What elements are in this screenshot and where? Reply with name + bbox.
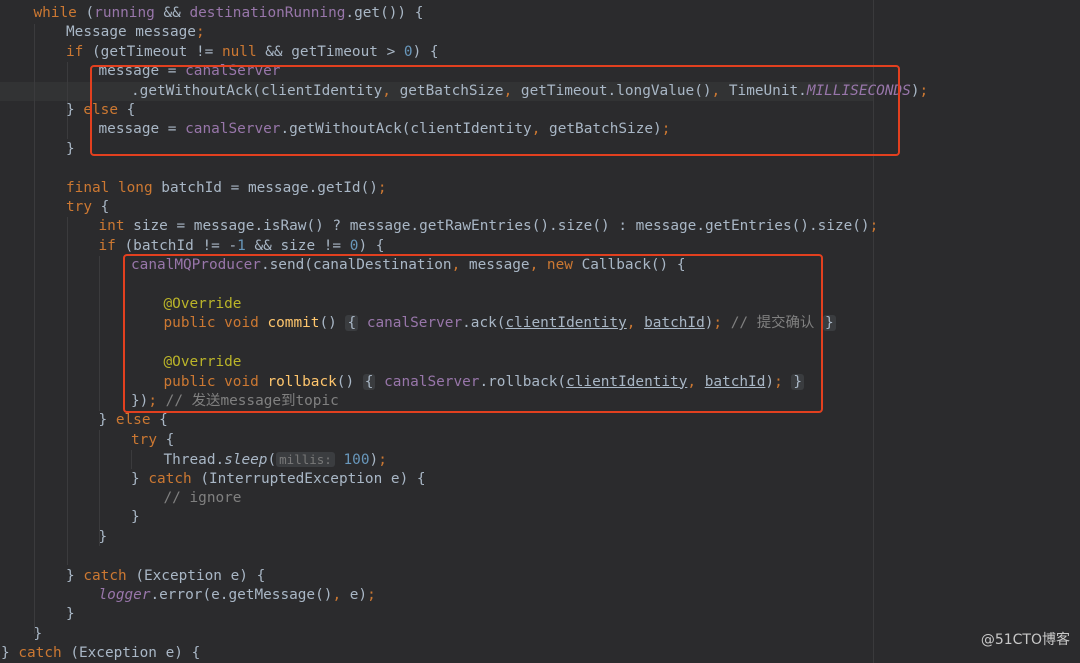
code-token: } — [131, 509, 140, 526]
code-line[interactable]: } — [66, 605, 75, 624]
code-line[interactable]: } — [34, 625, 43, 644]
code-token: if — [66, 43, 84, 60]
code-line[interactable]: } — [131, 508, 140, 527]
code-token: size = message.isRaw() ? message.getRawE… — [124, 218, 870, 235]
code-token: && size != — [245, 237, 350, 254]
code-token: ) — [369, 452, 379, 469]
code-token: else — [115, 412, 151, 429]
code-token: final long — [66, 179, 153, 196]
code-token: && — [154, 5, 190, 21]
highlight-box-mq-send-callback — [123, 254, 823, 413]
code-token: ( — [267, 452, 277, 469]
code-token: } — [33, 625, 43, 642]
code-token: ; — [919, 82, 929, 99]
code-token: Thread. — [163, 452, 225, 469]
code-token: { — [92, 199, 110, 215]
code-token: try — [66, 199, 92, 215]
code-token: && getTimeout > — [256, 43, 404, 60]
code-line[interactable]: } else { — [99, 411, 168, 430]
code-token: (batchId != - — [115, 237, 238, 254]
highlight-box-get-without-ack — [90, 65, 900, 156]
code-token: (Exception e) { — [61, 645, 201, 662]
code-token: ; — [377, 179, 387, 196]
code-token: } — [66, 567, 84, 584]
code-line[interactable]: while (running && destinationRunning.get… — [34, 4, 424, 23]
code-token: running — [94, 5, 155, 21]
code-token: try — [131, 431, 157, 448]
code-token: Message message — [66, 24, 196, 41]
indent-guide — [34, 24, 35, 634]
code-token: catch — [83, 567, 127, 584]
code-line[interactable]: Message message; — [66, 23, 205, 42]
code-token: } — [98, 528, 108, 545]
code-token: 100 — [343, 452, 370, 469]
code-line[interactable]: } catch (Exception e) { — [1, 644, 200, 663]
code-token: catch — [18, 645, 62, 662]
code-line[interactable]: logger.error(e.getMessage(), e); — [99, 586, 376, 605]
code-line[interactable]: if (getTimeout != null && getTimeout > 0… — [66, 43, 439, 62]
code-token: , — [332, 587, 342, 603]
code-token: { — [150, 412, 168, 429]
code-token: ) { — [358, 237, 385, 254]
code-line[interactable]: } — [99, 528, 108, 547]
parameter-hint: millis: — [276, 452, 335, 468]
code-token: // ignore — [163, 490, 242, 506]
code-token: 1 — [237, 237, 246, 254]
indent-guide — [131, 450, 132, 469]
code-token: (InterruptedException e) { — [191, 470, 426, 487]
code-token: null — [221, 43, 257, 60]
code-line[interactable]: } — [66, 140, 75, 159]
watermark: @51CTO博客 — [980, 632, 1070, 648]
code-token: } — [66, 140, 75, 157]
code-token: batchId = message.getId() — [152, 179, 378, 196]
code-token: } — [98, 412, 116, 429]
code-token: (Exception e) { — [126, 567, 266, 584]
code-token: int — [98, 218, 125, 235]
code-token: } — [66, 606, 75, 623]
code-line[interactable]: if (batchId != -1 && size != 0) { — [99, 237, 385, 256]
code-line[interactable]: Thread.sleep(millis: 100); — [164, 450, 387, 469]
code-token: ; — [378, 452, 387, 469]
code-token: if — [98, 237, 116, 254]
indent-guide — [99, 256, 100, 411]
code-token: .error(e.getMessage() — [150, 587, 333, 603]
code-token: ; — [195, 24, 205, 41]
code-line[interactable]: try { — [131, 431, 174, 450]
code-token: ; — [367, 587, 376, 603]
code-line[interactable]: } catch (InterruptedException e) { — [131, 470, 426, 489]
code-token: ( — [76, 5, 95, 21]
code-line[interactable]: try { — [66, 198, 109, 217]
code-token: } — [131, 470, 149, 487]
code-token: destinationRunning — [189, 5, 346, 21]
code-line[interactable]: } catch (Exception e) { — [66, 567, 265, 586]
code-token: ) { — [412, 43, 439, 60]
code-token: logger — [98, 587, 151, 603]
code-token: catch — [148, 470, 192, 487]
code-token: { — [157, 431, 175, 448]
indent-guide — [67, 217, 68, 565]
code-token: sleep — [224, 452, 268, 469]
code-line[interactable]: int size = message.isRaw() ? message.get… — [99, 217, 879, 236]
code-token: e) — [341, 587, 368, 603]
code-token: (getTimeout != — [83, 43, 222, 60]
code-line[interactable]: final long batchId = message.getId(); — [66, 179, 387, 198]
code-token: ; — [869, 218, 879, 235]
fold-marker: } — [823, 315, 836, 332]
code-token: while — [33, 5, 77, 21]
code-token: 0 — [403, 43, 413, 60]
code-token: } — [1, 645, 19, 662]
code-token: .get()) { — [345, 5, 424, 21]
code-line[interactable]: // ignore — [164, 489, 242, 508]
code-token: } — [66, 102, 84, 118]
